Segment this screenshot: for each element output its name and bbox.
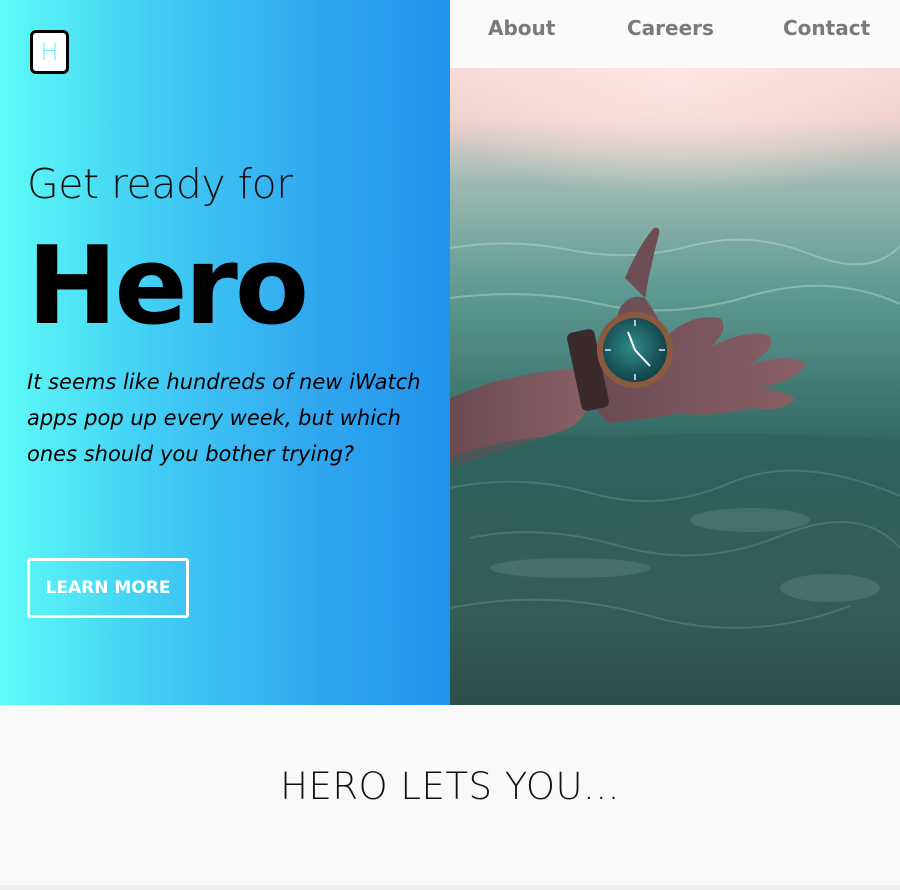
hero-gradient-panel: H Get ready for Hero It seems like hundr… — [0, 0, 450, 705]
hand-with-watch-in-water-photo — [450, 68, 900, 705]
nav-link-careers[interactable]: Careers — [627, 16, 714, 40]
top-nav: About Careers Contact — [450, 0, 900, 68]
nav-link-contact[interactable]: Contact — [783, 16, 870, 40]
section-title: HERO LETS YOU... — [280, 765, 620, 808]
hero-section: H Get ready for Hero It seems like hundr… — [0, 0, 900, 705]
hero-lede: It seems like hundreds of new iWatch app… — [27, 370, 421, 466]
section-divider — [0, 885, 900, 890]
learn-more-button[interactable]: LEARN MORE — [27, 558, 189, 618]
logo-icon[interactable]: H — [30, 30, 69, 74]
hero-headline: Hero — [27, 224, 309, 349]
nav-link-about[interactable]: About — [488, 16, 555, 40]
hero-photo — [450, 68, 900, 705]
logo-letter: H — [40, 38, 59, 66]
hero-right-panel: About Careers Contact — [450, 0, 900, 705]
hero-kicker: Get ready for — [27, 160, 293, 208]
